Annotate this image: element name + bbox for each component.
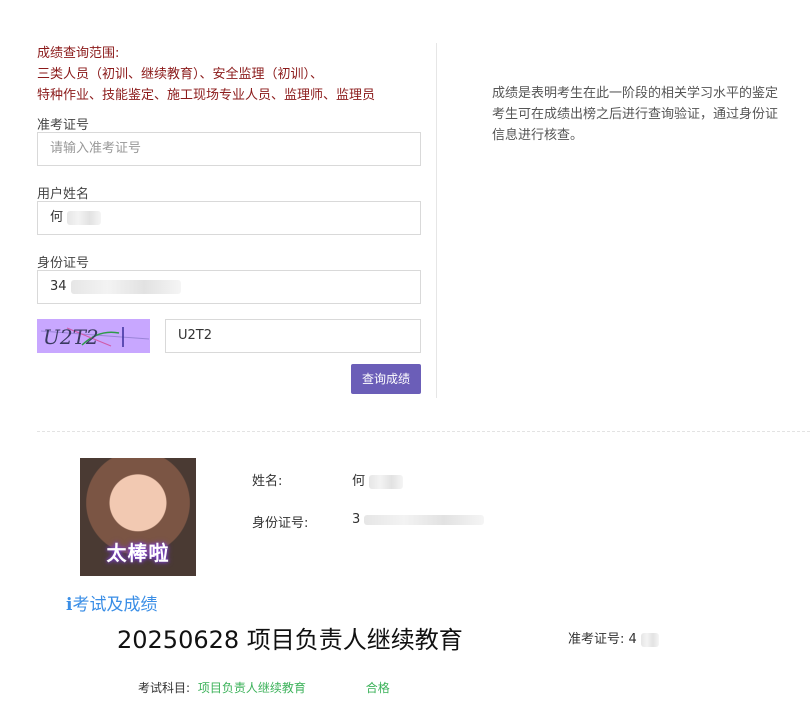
id-label: 身份证号 [37, 256, 90, 271]
section-divider [37, 431, 810, 432]
exam-subject-row: 考试科目: 项目负责人继续教育 合格 [138, 679, 390, 696]
captcha-input[interactable]: U2T2 [165, 319, 421, 353]
result-id-label: 身份证号: [252, 516, 309, 531]
exam-section-header: i考试及成绩 [66, 590, 157, 615]
name-value: 何 [50, 210, 64, 225]
vertical-divider [436, 43, 437, 398]
result-ticket-value: 4 [628, 632, 637, 647]
result-name-value: 何 [352, 474, 366, 489]
captcha-drawing: U2T2 [40, 325, 150, 349]
result-id: 3 [352, 512, 485, 527]
result-ticket-label: 准考证号: [568, 632, 625, 647]
id-value: 34 [50, 279, 67, 294]
captcha-image[interactable]: U2T2 [37, 319, 150, 353]
name-input[interactable]: 何 [37, 201, 421, 235]
result-name-label: 姓名: [252, 474, 283, 489]
redaction-mask [67, 210, 102, 225]
result-id-value: 3 [352, 512, 361, 527]
query-score-button[interactable]: 查询成绩 [351, 364, 421, 394]
exam-section-title: 考试及成绩 [72, 595, 158, 615]
avatar-caption: 太棒啦 [106, 541, 170, 565]
captcha-text: U2T2 [43, 325, 99, 349]
redaction-mask [369, 474, 404, 489]
redaction-mask [70, 279, 181, 294]
scope-line-2: 特种作业、技能鉴定、施工现场专业人员、监理师、监理员 [37, 88, 376, 103]
id-input[interactable]: 34 [37, 270, 421, 304]
scope-title: 成绩查询范围: [37, 46, 120, 61]
avatar: 太棒啦 [80, 458, 196, 576]
score-note: 成绩是表明考生在此一阶段的相关学习水平的鉴定 考生可在成绩出榜之后进行查询验证，… [492, 83, 792, 146]
result-ticket: 准考证号: 4 [568, 628, 659, 647]
subject-label: 考试科目: [138, 681, 191, 695]
query-scope: 成绩查询范围: 三类人员（初训、继续教育）、安全监理（初训）、 特种作业、技能鉴… [37, 43, 375, 106]
note-line-2: 考生可在成绩出榜之后进行查询验证，通过身份证 信息进行核查。 [492, 107, 779, 143]
ticket-input[interactable]: 请输入准考证号 [37, 132, 421, 166]
redaction-mask [640, 632, 659, 647]
ticket-label: 准考证号 [37, 118, 90, 133]
pass-status: 合格 [365, 681, 390, 695]
subject-value: 项目负责人继续教育 [197, 681, 306, 695]
name-label: 用户姓名 [37, 187, 90, 202]
note-line-1: 成绩是表明考生在此一阶段的相关学习水平的鉴定 [492, 86, 779, 101]
result-name: 何 [352, 470, 404, 489]
exam-title: 20250628 项目负责人继续教育 [117, 626, 463, 654]
redaction-mask [364, 514, 485, 525]
scope-line-1: 三类人员（初训、继续教育）、安全监理（初训）、 [37, 67, 324, 82]
